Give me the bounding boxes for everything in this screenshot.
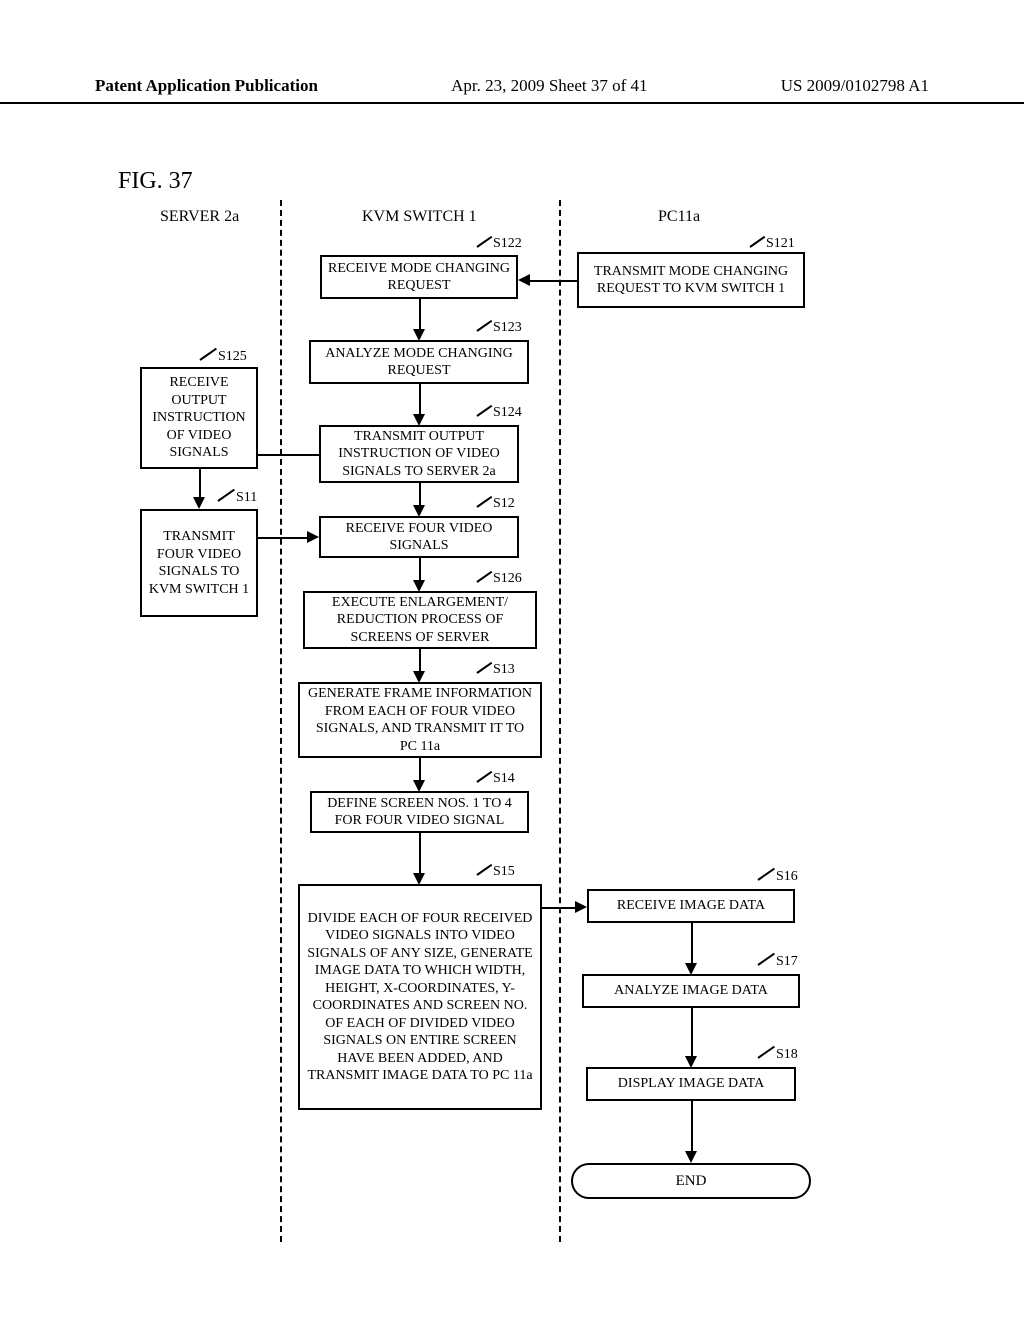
flow-arrow xyxy=(258,537,308,539)
step-label-s122: S122 xyxy=(493,236,522,252)
terminator-text: END xyxy=(676,1173,707,1190)
step-box-s125: RECEIVE OUTPUT INSTRUCTION OF VIDEO SIGN… xyxy=(140,367,258,469)
flow-arrow xyxy=(530,280,577,282)
step-box-s12: RECEIVE FOUR VIDEO SIGNALS xyxy=(319,516,519,558)
step-box-s13: GENERATE FRAME INFORMATION FROM EACH OF … xyxy=(298,682,542,758)
flow-arrow xyxy=(258,454,319,456)
flow-arrow xyxy=(419,299,421,331)
step-text: DISPLAY IMAGE DATA xyxy=(618,1075,764,1093)
step-label-s16: S16 xyxy=(776,869,798,885)
step-box-s122: RECEIVE MODE CHANGING REQUEST xyxy=(320,255,518,299)
leader-line xyxy=(749,236,765,248)
step-label-s15: S15 xyxy=(493,864,515,880)
step-box-s15: DIVIDE EACH OF FOUR RECEIVED VIDEO SIGNA… xyxy=(298,884,542,1110)
step-box-s18: DISPLAY IMAGE DATA xyxy=(586,1067,796,1101)
step-box-s123: ANALYZE MODE CHANGING REQUEST xyxy=(309,340,529,384)
flow-arrow xyxy=(691,1101,693,1153)
flow-arrow xyxy=(419,384,421,416)
leader-line xyxy=(476,662,492,674)
step-label-s121: S121 xyxy=(766,236,795,252)
flow-arrow xyxy=(419,558,421,582)
step-text: TRANSMIT OUTPUT INSTRUCTION OF VIDEO SIG… xyxy=(327,428,511,481)
flow-arrow xyxy=(419,833,421,875)
leader-line xyxy=(757,953,775,966)
flow-arrow xyxy=(691,1008,693,1058)
figure-label: FIG. 37 xyxy=(118,168,193,195)
step-label-s14: S14 xyxy=(493,771,515,787)
arrowhead-icon xyxy=(518,274,530,286)
leader-line xyxy=(476,496,492,508)
leader-line xyxy=(217,489,235,502)
step-text: RECEIVE MODE CHANGING REQUEST xyxy=(328,260,510,295)
flow-arrow xyxy=(542,907,576,909)
step-box-s11: TRANSMIT FOUR VIDEO SIGNALS TO KVM SWITC… xyxy=(140,509,258,617)
step-label-s18: S18 xyxy=(776,1047,798,1063)
step-text: RECEIVE OUTPUT INSTRUCTION OF VIDEO SIGN… xyxy=(148,374,250,462)
swimlane-divider xyxy=(280,200,282,1242)
arrowhead-icon xyxy=(685,1151,697,1163)
flow-arrow xyxy=(199,469,201,499)
step-label-s125: S125 xyxy=(218,349,247,365)
step-label-s17: S17 xyxy=(776,954,798,970)
sheet-info: Apr. 23, 2009 Sheet 37 of 41 xyxy=(451,76,647,96)
step-label-s123: S123 xyxy=(493,320,522,336)
flow-arrow xyxy=(419,758,421,782)
arrowhead-icon xyxy=(307,531,319,543)
swimlane-divider xyxy=(559,200,561,1242)
step-label-s12: S12 xyxy=(493,496,515,512)
terminator-end: END xyxy=(571,1163,811,1199)
arrowhead-icon xyxy=(193,497,205,509)
leader-line xyxy=(199,348,217,361)
step-box-s126: EXECUTE ENLARGEMENT/ REDUCTION PROCESS O… xyxy=(303,591,537,649)
step-text: TRANSMIT FOUR VIDEO SIGNALS TO KVM SWITC… xyxy=(148,528,250,598)
column-header-server: SERVER 2a xyxy=(160,208,239,226)
step-box-s17: ANALYZE IMAGE DATA xyxy=(582,974,800,1008)
step-label-s124: S124 xyxy=(493,405,522,421)
step-box-s14: DEFINE SCREEN NOS. 1 TO 4 FOR FOUR VIDEO… xyxy=(310,791,529,833)
leader-line xyxy=(476,236,492,248)
publication-type: Patent Application Publication xyxy=(95,76,318,96)
step-box-s16: RECEIVE IMAGE DATA xyxy=(587,889,795,923)
leader-line xyxy=(476,405,492,417)
arrowhead-icon xyxy=(575,901,587,913)
step-text: EXECUTE ENLARGEMENT/ REDUCTION PROCESS O… xyxy=(311,594,529,647)
step-text: DIVIDE EACH OF FOUR RECEIVED VIDEO SIGNA… xyxy=(306,910,534,1085)
flow-arrow xyxy=(419,483,421,507)
step-box-s124: TRANSMIT OUTPUT INSTRUCTION OF VIDEO SIG… xyxy=(319,425,519,483)
step-text: RECEIVE IMAGE DATA xyxy=(617,897,765,915)
step-label-s126: S126 xyxy=(493,571,522,587)
leader-line xyxy=(476,320,492,332)
step-text: ANALYZE MODE CHANGING REQUEST xyxy=(317,345,521,380)
step-text: DEFINE SCREEN NOS. 1 TO 4 FOR FOUR VIDEO… xyxy=(318,795,521,830)
step-text: ANALYZE IMAGE DATA xyxy=(614,982,768,1000)
publication-number: US 2009/0102798 A1 xyxy=(781,76,929,96)
flow-arrow xyxy=(691,923,693,965)
flow-arrow xyxy=(419,649,421,673)
page-header: Patent Application Publication Apr. 23, … xyxy=(0,76,1024,104)
column-header-pc: PC11a xyxy=(658,208,700,226)
leader-line xyxy=(757,868,775,881)
step-text: RECEIVE FOUR VIDEO SIGNALS xyxy=(327,520,511,555)
step-label-s11: S11 xyxy=(236,490,257,506)
column-header-kvm: KVM SWITCH 1 xyxy=(362,208,477,226)
leader-line xyxy=(476,571,492,583)
leader-line xyxy=(757,1046,775,1059)
step-label-s13: S13 xyxy=(493,662,515,678)
leader-line xyxy=(476,864,492,876)
leader-line xyxy=(476,771,492,783)
step-text: TRANSMIT MODE CHANGING REQUEST TO KVM SW… xyxy=(585,263,797,298)
step-box-s121: TRANSMIT MODE CHANGING REQUEST TO KVM SW… xyxy=(577,252,805,308)
step-text: GENERATE FRAME INFORMATION FROM EACH OF … xyxy=(306,685,534,755)
